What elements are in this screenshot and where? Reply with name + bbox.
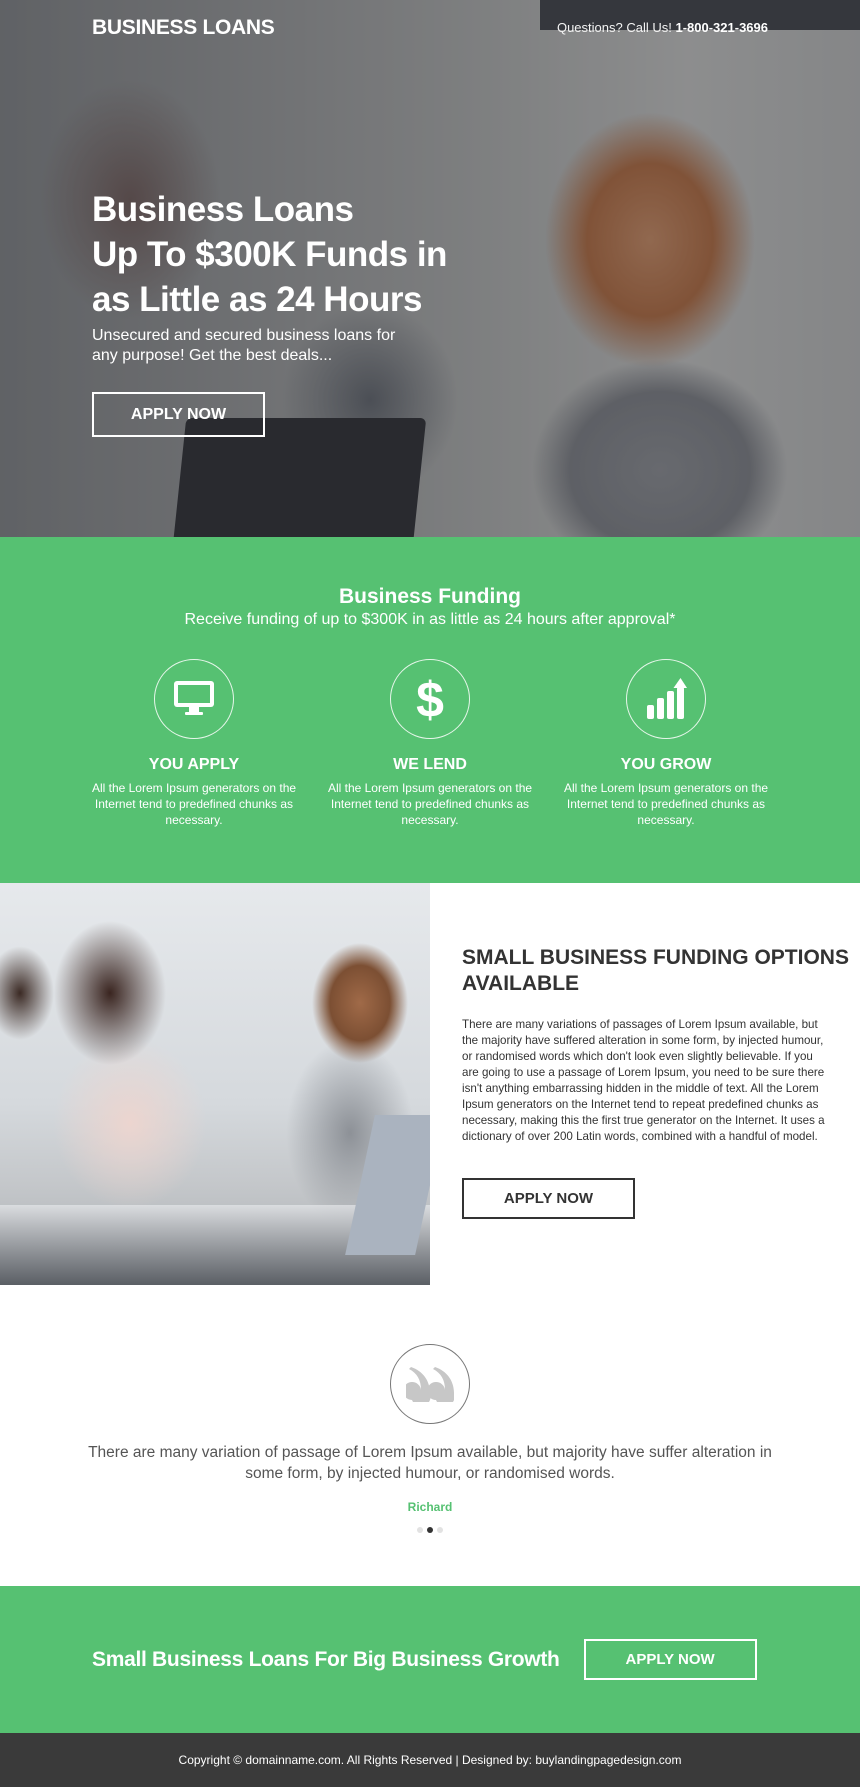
photo-laptop-detail xyxy=(345,1115,430,1255)
feature-we-lend: $ WE LEND All the Lorem Ipsum generators… xyxy=(312,659,548,828)
feature-you-apply: YOU APPLY All the Lorem Ipsum generators… xyxy=(76,659,312,828)
growth-chart-icon xyxy=(647,678,687,719)
quote-icon xyxy=(406,1367,454,1402)
cta-title: Small Business Loans For Big Business Gr… xyxy=(92,1647,560,1671)
feature-description: All the Lorem Ipsum generators on the In… xyxy=(563,781,769,827)
feature-you-grow: YOU GROW All the Lorem Ipsum generators … xyxy=(548,659,784,828)
business-meeting-photo xyxy=(0,883,430,1285)
footer: Copyright © domainname.com. All Rights R… xyxy=(0,1733,860,1787)
testimonial-section: There are many variation of passage of L… xyxy=(0,1285,860,1586)
feature-description: All the Lorem Ipsum generators on the In… xyxy=(91,781,297,827)
feature-icon-circle xyxy=(154,659,234,739)
feature-icon-circle: $ xyxy=(390,659,470,739)
feature-icon-circle xyxy=(626,659,706,739)
footer-copyright: Copyright © domainname.com. All Rights R… xyxy=(178,1753,682,1767)
feature-description: All the Lorem Ipsum generators on the In… xyxy=(327,781,533,827)
carousel-dots xyxy=(0,1527,860,1533)
features-subtitle: Receive funding of up to $300K in as lit… xyxy=(184,611,676,628)
svg-text:$: $ xyxy=(416,674,444,724)
hero-section: BUSINESS LOANS Questions? Call Us! 1-800… xyxy=(0,0,860,537)
phone-prefix: Questions? Call Us! xyxy=(556,20,672,35)
cta-apply-now-button[interactable]: APPLY NOW xyxy=(583,1639,757,1680)
cta-section: Small Business Loans For Big Business Gr… xyxy=(0,1586,860,1733)
quote-circle xyxy=(390,1344,470,1424)
carousel-dot-2[interactable] xyxy=(427,1527,433,1533)
feature-name: YOU APPLY xyxy=(148,756,240,773)
site-logo[interactable]: BUSINESS LOANS xyxy=(92,16,275,40)
monitor-icon xyxy=(174,681,214,715)
hero-title-line1: Business Loans xyxy=(92,190,354,229)
business-funding-section: Business Funding Receive funding of up t… xyxy=(0,537,860,883)
funding-options-section: SMALL BUSINESS FUNDING OPTIONS AVAILABLE… xyxy=(0,883,860,1285)
header-phone: Questions? Call Us! 1-800-321-3696 xyxy=(557,20,768,35)
carousel-dot-3[interactable] xyxy=(437,1527,443,1533)
feature-name: WE LEND xyxy=(393,756,467,773)
options-title: SMALL BUSINESS FUNDING OPTIONS AVAILABLE xyxy=(462,946,849,995)
features-title: Business Funding xyxy=(338,585,521,608)
hero-title-line3: as Little as 24 Hours xyxy=(92,280,422,319)
hero-title-line2: Up To $300K Funds in xyxy=(92,235,447,274)
hero-title: Business Loans Up To $300K Funds in as L… xyxy=(92,187,492,322)
carousel-dot-1[interactable] xyxy=(417,1527,423,1533)
feature-name: YOU GROW xyxy=(620,756,712,773)
hero-subtitle: Unsecured and secured business loans for… xyxy=(92,327,396,364)
phone-number[interactable]: 1-800-321-3696 xyxy=(675,20,768,35)
testimonial-author: Richard xyxy=(407,1500,453,1514)
options-body: There are many variations of passages of… xyxy=(462,1018,825,1143)
options-apply-now-button[interactable]: APPLY NOW xyxy=(462,1178,635,1219)
hero-apply-now-button[interactable]: APPLY NOW xyxy=(92,392,265,437)
testimonial-quote: There are many variation of passage of L… xyxy=(88,1444,772,1482)
dollar-icon: $ xyxy=(416,674,444,724)
